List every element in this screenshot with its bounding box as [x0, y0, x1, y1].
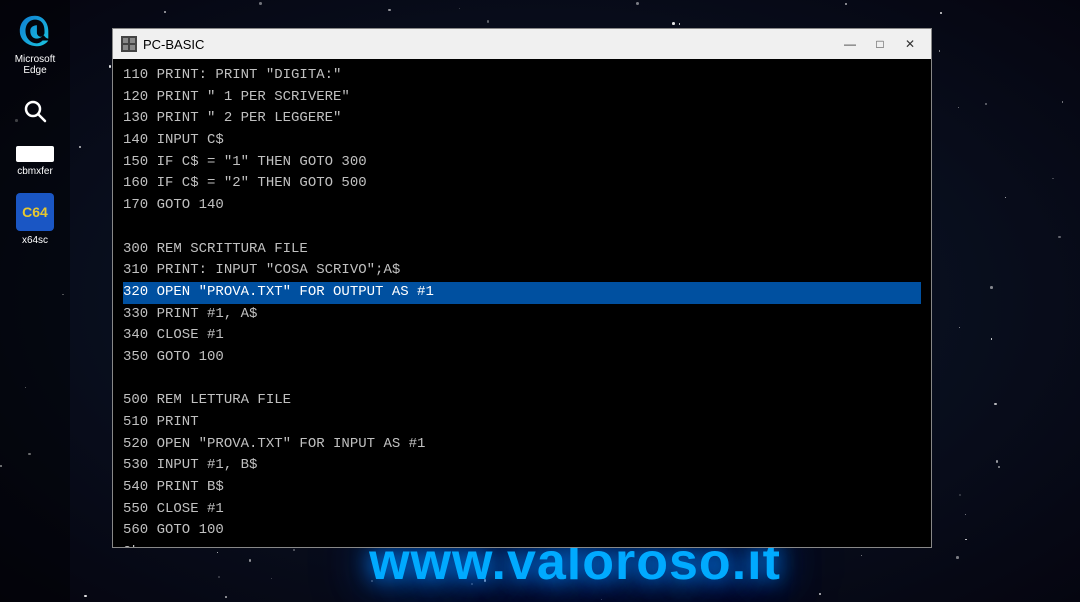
window-content: 110 PRINT: PRINT "DIGITA:"120 PRINT " 1 … [113, 59, 931, 547]
code-line: 310 PRINT: INPUT "COSA SCRIVO";A$ [123, 260, 921, 282]
window-titlebar: PC-BASIC — □ ✕ [113, 29, 931, 59]
code-line: 350 GOTO 100 [123, 347, 921, 369]
search-icon [16, 92, 54, 130]
code-line: 120 PRINT " 1 PER SCRIVERE" [123, 87, 921, 109]
sidebar-item-cbmxfer[interactable]: cbmxfer [0, 142, 70, 181]
code-line: 170 GOTO 140 [123, 195, 921, 217]
edge-icon [16, 12, 54, 50]
code-line: 150 IF C$ = "1" THEN GOTO 300 [123, 152, 921, 174]
code-line: 520 OPEN "PROVA.TXT" FOR INPUT AS #1 [123, 434, 921, 456]
code-line: 510 PRINT [123, 412, 921, 434]
code-line: 540 PRINT B$ [123, 477, 921, 499]
code-line: Ok [123, 542, 921, 547]
window-title: PC-BASIC [143, 37, 204, 52]
window-controls: — □ ✕ [837, 34, 923, 54]
x64sc-label: x64sc [22, 235, 48, 246]
code-line: 550 CLOSE #1 [123, 499, 921, 521]
window-title-left: PC-BASIC [121, 36, 204, 52]
code-line: 320 OPEN "PROVA.TXT" FOR OUTPUT AS #1 [123, 282, 921, 304]
window-app-icon [121, 36, 137, 52]
cbmxfer-icon [16, 146, 54, 162]
code-line: 130 PRINT " 2 PER LEGGERE" [123, 108, 921, 130]
sidebar-item-edge[interactable]: MicrosoftEdge [0, 8, 70, 80]
close-button[interactable]: ✕ [897, 34, 923, 54]
edge-label: MicrosoftEdge [15, 54, 56, 76]
code-line [123, 369, 921, 391]
code-line [123, 217, 921, 239]
code-line: 300 REM SCRITTURA FILE [123, 239, 921, 261]
maximize-button[interactable]: □ [867, 34, 893, 54]
code-line: 560 GOTO 100 [123, 520, 921, 542]
pc-basic-window: PC-BASIC — □ ✕ 110 PRINT: PRINT "DIGITA:… [112, 28, 932, 548]
sidebar-item-search[interactable] [0, 88, 70, 134]
cbmxfer-label: cbmxfer [17, 166, 53, 177]
code-line: 110 PRINT: PRINT "DIGITA:" [123, 65, 921, 87]
sidebar: MicrosoftEdge cbmxfer C64 x64sc [0, 0, 70, 602]
code-line: 330 PRINT #1, A$ [123, 304, 921, 326]
c64-icon: C64 [16, 193, 54, 231]
code-line: 500 REM LETTURA FILE [123, 390, 921, 412]
code-line: 140 INPUT C$ [123, 130, 921, 152]
code-line: 340 CLOSE #1 [123, 325, 921, 347]
code-line: 160 IF C$ = "2" THEN GOTO 500 [123, 173, 921, 195]
minimize-button[interactable]: — [837, 34, 863, 54]
code-line: 530 INPUT #1, B$ [123, 455, 921, 477]
sidebar-item-c64[interactable]: C64 x64sc [0, 189, 70, 250]
